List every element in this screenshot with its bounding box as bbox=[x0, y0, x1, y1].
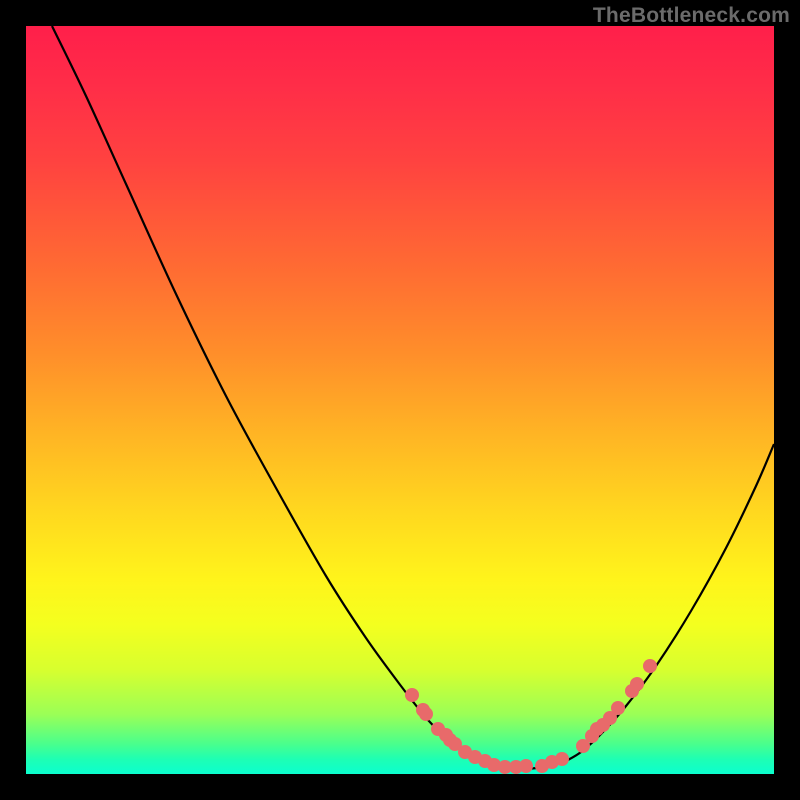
marker-dot bbox=[630, 677, 644, 691]
marker-dot bbox=[555, 752, 569, 766]
chart-frame: TheBottleneck.com bbox=[0, 0, 800, 800]
marker-dot bbox=[519, 759, 533, 773]
chart-plot-area bbox=[26, 26, 774, 774]
marker-dot bbox=[419, 707, 433, 721]
marker-dot bbox=[405, 688, 419, 702]
chart-svg bbox=[26, 26, 774, 774]
marker-dot bbox=[611, 701, 625, 715]
marker-dot bbox=[643, 659, 657, 673]
curve-right bbox=[566, 444, 774, 761]
watermark-label: TheBottleneck.com bbox=[593, 4, 790, 28]
curve-group bbox=[52, 26, 774, 769]
curve-left bbox=[52, 26, 478, 761]
marker-group bbox=[405, 659, 657, 774]
